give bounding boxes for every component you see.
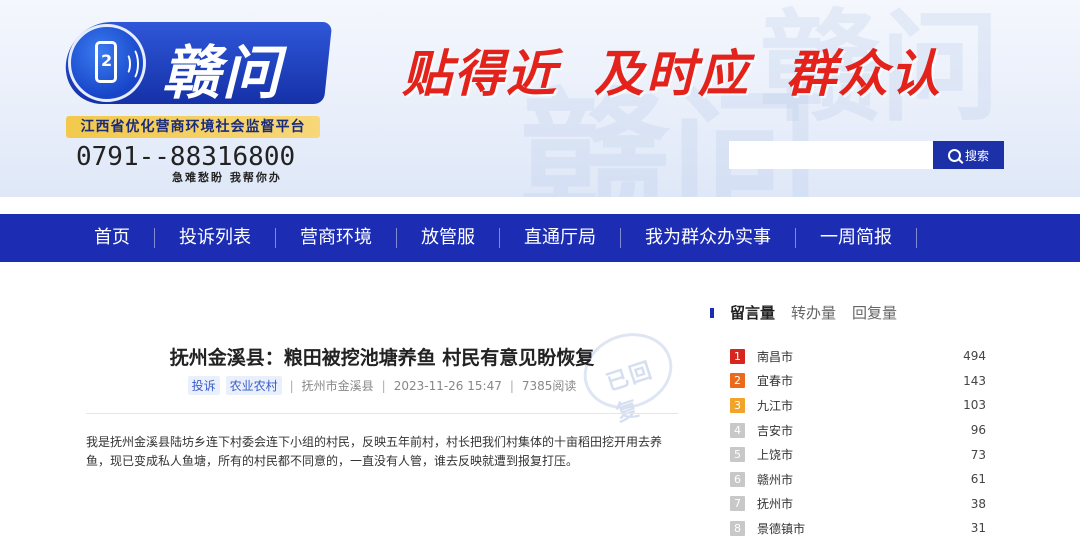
logo-text: 赣问: [162, 39, 283, 107]
rank-count: 31: [970, 521, 986, 536]
rank-number: 2: [730, 373, 745, 389]
nav-item-weekly-brief[interactable]: 一周简报: [796, 214, 916, 262]
ranking-row[interactable]: 2 宜春市 143: [730, 369, 986, 394]
meta-separator: |: [509, 378, 514, 393]
article-title: 抚州金溪县：粮田被挖池塘养鱼 村民有意见盼恢复: [169, 347, 595, 369]
site-logo[interactable]: 2 赣问: [61, 22, 333, 108]
search-button-label: 搜索: [964, 148, 989, 163]
meta-separator: |: [381, 378, 386, 393]
ranking-row[interactable]: 5 上饶市 73: [730, 442, 986, 467]
nav-item-fangguanfu[interactable]: 放管服: [397, 214, 499, 262]
article-region: 抚州市金溪县: [301, 379, 374, 393]
ranking-row[interactable]: 8 景德镇市 31: [730, 516, 986, 541]
meta-separator: |: [289, 378, 294, 393]
rank-count: 61: [970, 472, 986, 487]
ranking-tabs: 留言量 转办量 回复量: [710, 302, 897, 323]
search-input[interactable]: [729, 141, 933, 169]
rank-number: 1: [730, 348, 745, 364]
rank-number: 4: [730, 422, 745, 438]
ranking-row[interactable]: 3 九江市 103: [730, 393, 986, 418]
rank-city: 景德镇市: [757, 521, 806, 536]
tagline: 急难愁盼 我帮你办: [172, 171, 282, 184]
rank-number: 3: [730, 397, 745, 413]
main-nav: 首页 投诉列表 营商环境 放管服 直通厅局 我为群众办实事 一周简报: [0, 214, 1080, 262]
rank-city: 上饶市: [757, 448, 794, 463]
tab-transfer-count[interactable]: 转办量: [791, 302, 836, 323]
nav-item-business-environment[interactable]: 营商环境: [276, 214, 396, 262]
nav-item-departments[interactable]: 直通厅局: [500, 214, 620, 262]
replied-stamp: 已回复: [573, 321, 683, 427]
search-icon: [947, 148, 961, 162]
ranking-list: 1 南昌市 494 2 宜春市 143 3 九江市 103 4 吉安市 96 5 上饶市 73 6 赣州市 61 7…: [730, 344, 986, 541]
tag-complaint[interactable]: 投诉: [187, 376, 220, 395]
rank-count: 103: [963, 398, 986, 413]
rank-city: 宜春市: [757, 374, 794, 389]
rank-count: 73: [970, 447, 986, 462]
rank-city: 南昌市: [757, 349, 794, 364]
slogan-1: 贴得近: [402, 45, 558, 103]
hotline-number: 0791--88316800: [76, 142, 296, 172]
ranking-row[interactable]: 6 赣州市 61: [730, 467, 986, 492]
article-meta: 投诉 农业农村 | 抚州市金溪县 | 2023-11-26 15:47 | 73…: [86, 376, 678, 395]
nav-item-complaints[interactable]: 投诉列表: [155, 214, 275, 262]
tab-message-count[interactable]: 留言量: [730, 302, 775, 323]
ranking-row[interactable]: 1 南昌市 494: [730, 344, 986, 369]
article-datetime: 2023-11-26 15:47: [393, 378, 502, 393]
rank-city: 九江市: [757, 398, 794, 413]
slogan-2: 及时应: [594, 45, 750, 103]
rank-number: 5: [730, 447, 745, 463]
article-divider: [86, 413, 678, 414]
platform-name: 江西省优化营商环境社会监督平台: [66, 116, 320, 138]
rank-number: 6: [730, 471, 745, 487]
rank-count: 38: [970, 496, 986, 511]
rank-count: 494: [963, 349, 986, 364]
tag-agriculture[interactable]: 农业农村: [225, 376, 282, 395]
ranking-accent-bar: [710, 307, 714, 318]
nav-separator: [916, 228, 917, 248]
nav-item-public-service[interactable]: 我为群众办实事: [621, 214, 795, 262]
slogans: 贴得近 及时应 群众认: [402, 34, 942, 106]
nav-item-home[interactable]: 首页: [70, 214, 154, 262]
rank-city: 抚州市: [757, 497, 794, 512]
rank-number: 8: [730, 520, 745, 536]
search-button[interactable]: 搜索: [933, 141, 1004, 169]
rank-count: 96: [970, 423, 986, 438]
article-reads: 7385阅读: [521, 379, 577, 393]
slogan-3: 群众认: [786, 45, 942, 103]
rank-city: 赣州市: [757, 472, 794, 487]
tab-reply-count[interactable]: 回复量: [852, 302, 897, 323]
rank-city: 吉安市: [757, 423, 794, 438]
article-body: 我是抚州金溪县陆坊乡连下村委会连下小组的村民，反映五年前村，村长把我们村集体的十…: [86, 435, 663, 468]
ranking-row[interactable]: 4 吉安市 96: [730, 418, 986, 443]
ranking-row[interactable]: 7 抚州市 38: [730, 492, 986, 517]
phone-icon: 2: [68, 24, 146, 102]
rank-count: 143: [963, 373, 986, 388]
rank-number: 7: [730, 496, 745, 512]
header-banner: 赣问 赣问 2 赣问 江西省优化营商环境社会监督平台 0791--8831680…: [0, 0, 1080, 197]
